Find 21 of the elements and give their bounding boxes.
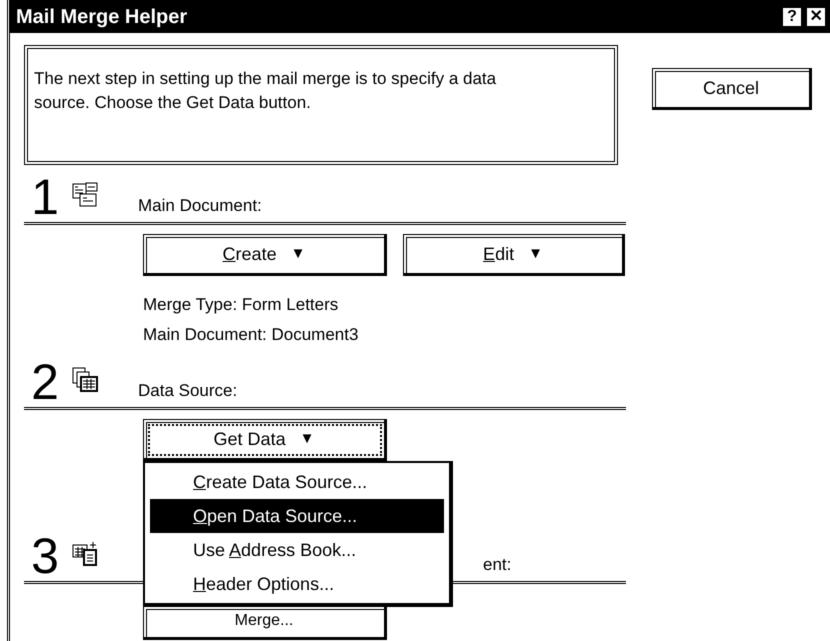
info-text: Main Document: Document3 (143, 324, 360, 346)
cancel-button[interactable]: Cancel (652, 68, 812, 110)
merge-documents-icon (72, 541, 98, 567)
section-label: Data Source: (138, 380, 238, 402)
info-text: Merge Type: Form Letters (143, 294, 340, 316)
help-button[interactable]: ? (782, 6, 802, 26)
dropdown-button[interactable]: Merge... (143, 606, 387, 640)
dropdown-button[interactable]: Get Data ▼ (143, 419, 387, 461)
dropdown-button[interactable]: Create ▼ (143, 234, 387, 276)
step-number: 3 (30, 533, 60, 579)
documents-icon (72, 182, 98, 208)
step-number: 2 (30, 359, 60, 405)
step-number: 1 (30, 174, 60, 220)
section-label: Main Document: (138, 194, 262, 216)
table-document-icon (72, 367, 98, 393)
menu-item[interactable]: Open Data Source... (150, 499, 444, 533)
close-button[interactable]: ✕ (806, 6, 826, 26)
section-label: ent: (482, 554, 512, 576)
window-title: Mail Merge Helper (16, 4, 188, 30)
instruction-text: The next step in setting up the mail merge is to specify a data source. Choose the Get Data button. (24, 45, 618, 165)
dropdown-button[interactable]: Edit ▼ (403, 234, 625, 276)
